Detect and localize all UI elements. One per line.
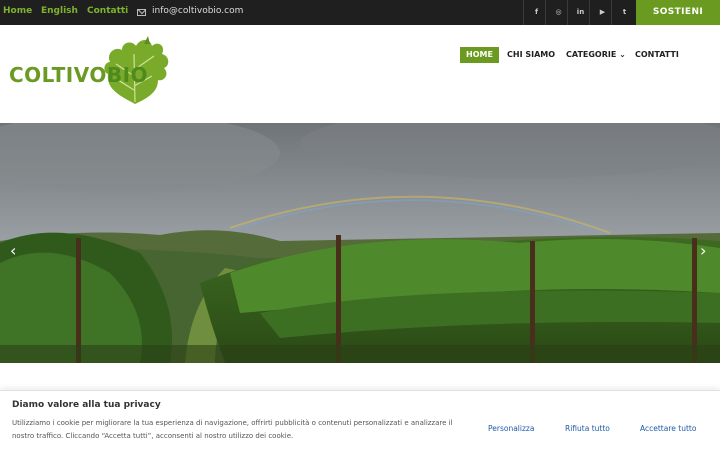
top-link-contatti[interactable]: Contatti xyxy=(87,6,128,16)
site-header: COLTIVOBIO HOME CHI SIAMO CATEGORIE ⌄ CO… xyxy=(0,25,720,123)
cookie-accept-button[interactable]: Accettare tutto xyxy=(640,424,696,433)
cookie-reject-button[interactable]: Rifiuta tutto xyxy=(565,424,610,433)
nav-home[interactable]: HOME xyxy=(460,47,499,63)
top-link-english[interactable]: English xyxy=(41,6,78,16)
cookie-text: Utilizziamo i cookie per migliorare la t… xyxy=(12,419,453,440)
nav-chi-siamo[interactable]: CHI SIAMO xyxy=(501,47,561,63)
cookie-banner: Diamo valore alla tua privacy Utilizziam… xyxy=(0,390,720,450)
logo-text: COLTIVOBIO xyxy=(9,63,148,87)
cookie-title: Diamo valore alla tua privacy xyxy=(12,400,161,410)
top-link-home[interactable]: Home xyxy=(3,6,32,16)
nav-categorie[interactable]: CATEGORIE ⌄ xyxy=(560,47,632,63)
tumblr-icon[interactable]: t xyxy=(611,0,637,25)
top-email[interactable]: info@coltivobio.com xyxy=(152,6,243,16)
nav-contatti[interactable]: CONTATTI xyxy=(629,47,685,63)
top-bar: Home English Contatti info@coltivobio.co… xyxy=(0,0,720,25)
logo-coltivo: COLTIVO xyxy=(9,63,107,87)
nav-categorie-label: CATEGORIE xyxy=(566,50,617,59)
slider-prev-icon[interactable]: ‹ xyxy=(10,241,16,260)
hero-slider[interactable]: ‹ › xyxy=(0,123,720,363)
logo-bio: BIO xyxy=(106,63,149,87)
slider-next-icon[interactable]: › xyxy=(700,241,706,260)
donate-button[interactable]: SOSTIENI xyxy=(636,0,720,25)
cookie-customize-button[interactable]: Personalizza xyxy=(488,424,534,433)
chevron-down-icon: ⌄ xyxy=(619,50,626,59)
mail-icon xyxy=(137,9,146,16)
hero-vineyard-image xyxy=(0,123,720,363)
